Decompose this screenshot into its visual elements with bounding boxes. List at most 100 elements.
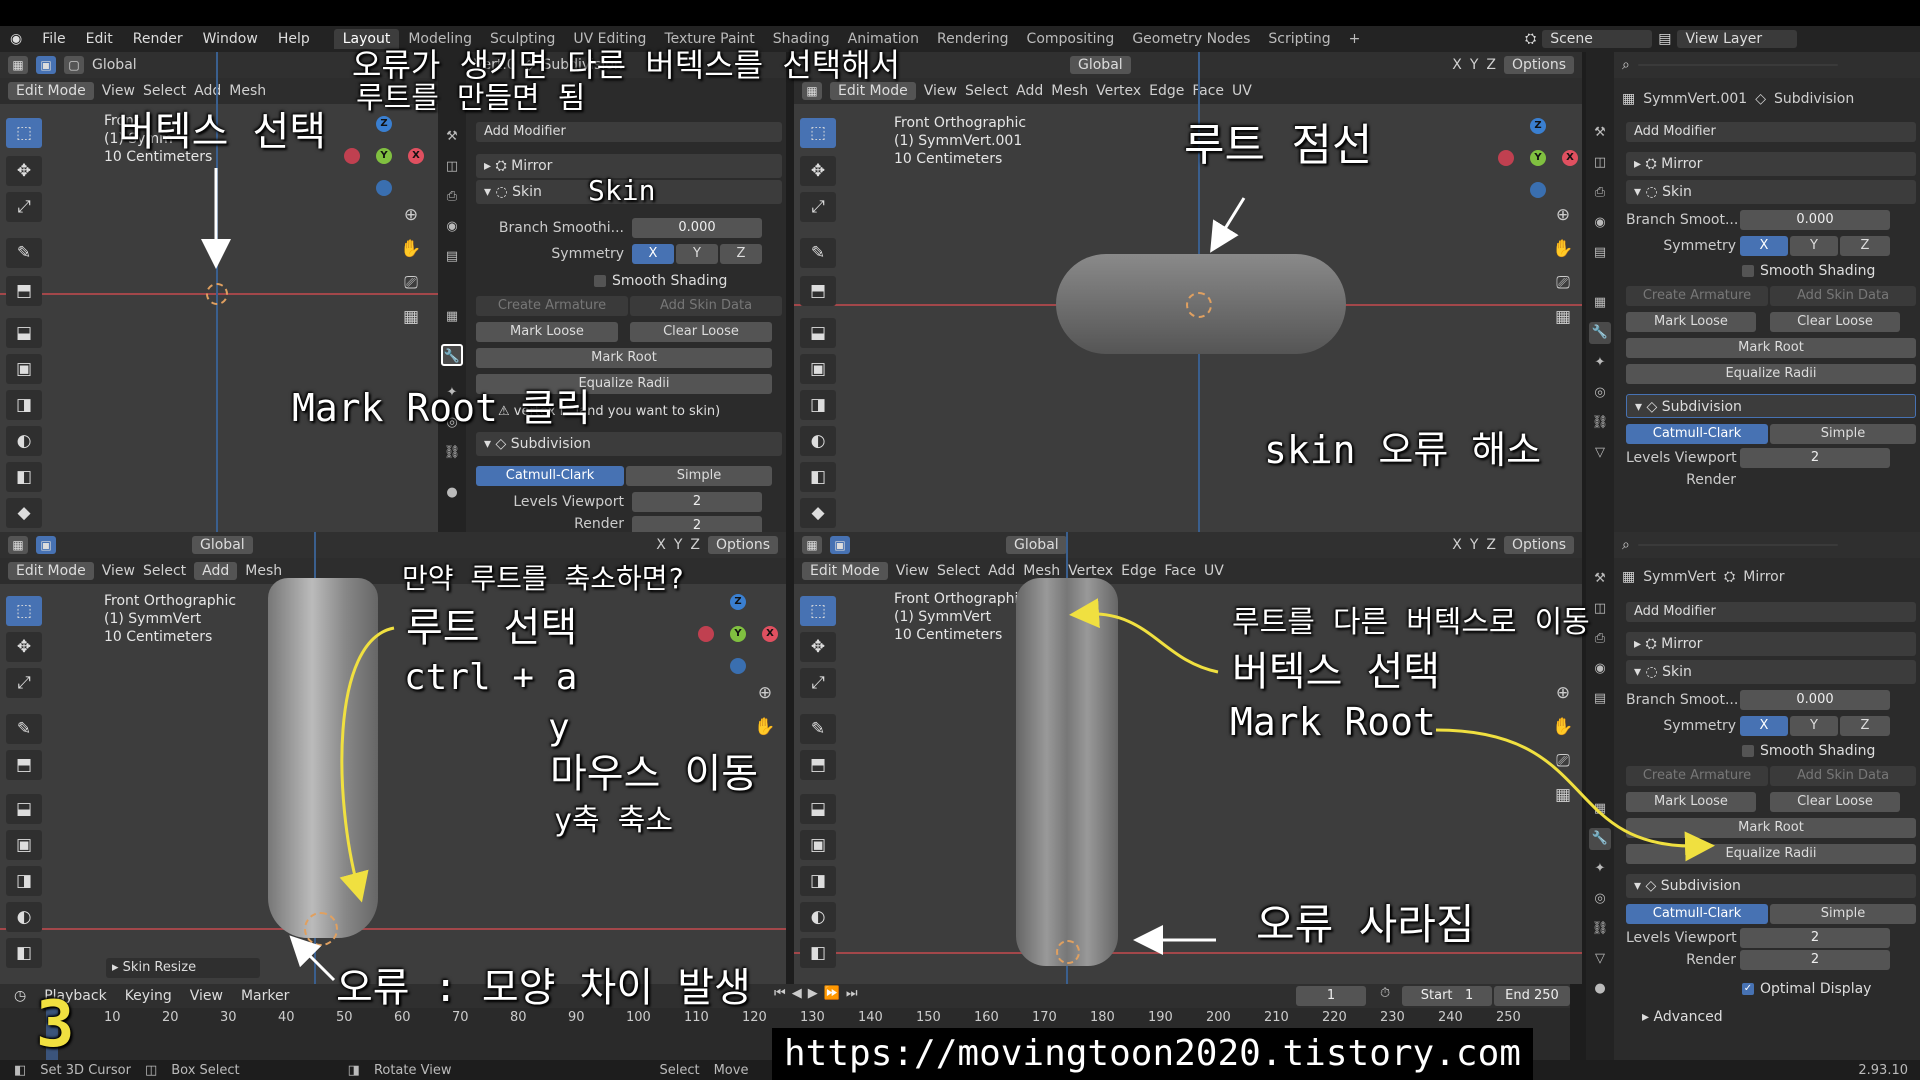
tool-tab-icon[interactable]: ⚒ bbox=[441, 126, 463, 148]
gizmo-z[interactable]: Z bbox=[376, 116, 392, 132]
levels-viewport-field[interactable]: 2 bbox=[632, 492, 762, 512]
options-dropdown[interactable]: Options bbox=[1503, 56, 1574, 74]
search-icon[interactable]: ⌕ bbox=[1622, 537, 1630, 553]
loop-cut-tool-icon[interactable]: ◐ bbox=[800, 902, 836, 932]
menu-face[interactable]: Face bbox=[1164, 563, 1196, 579]
tool-tab-icon[interactable]: ⚒ bbox=[1589, 568, 1611, 590]
axis-x-toggle[interactable]: X bbox=[1452, 57, 1462, 73]
axis-x-toggle[interactable]: X bbox=[1452, 537, 1462, 553]
axis-z-toggle[interactable]: Z bbox=[690, 537, 700, 553]
menu-add[interactable]: Add bbox=[194, 562, 238, 580]
menu-select[interactable]: Select bbox=[937, 563, 980, 579]
select-tool-icon[interactable]: ⬚ bbox=[6, 118, 42, 148]
simple-button[interactable]: Simple bbox=[626, 466, 772, 486]
inset-tool-icon[interactable]: ▣ bbox=[800, 354, 836, 384]
pan-hand-icon[interactable]: ✋ bbox=[1550, 714, 1576, 740]
skin-legs-mesh-fixed[interactable] bbox=[1016, 578, 1118, 966]
editor-type-icon[interactable]: ▦ bbox=[802, 536, 822, 554]
axis-x-toggle[interactable]: X bbox=[656, 537, 666, 553]
constraints-tab-icon[interactable]: ⛓ bbox=[1589, 918, 1611, 940]
gizmo-y[interactable]: Y bbox=[376, 148, 392, 164]
branch-smoothing-field[interactable]: 0.000 bbox=[632, 218, 762, 238]
orientation-select[interactable]: Global bbox=[1070, 56, 1131, 74]
menu-render[interactable]: Render bbox=[123, 31, 193, 47]
menu-vertex[interactable]: Vertex bbox=[1096, 83, 1141, 99]
symmetry-x-toggle[interactable]: X bbox=[1740, 236, 1788, 256]
smooth-shading-row[interactable]: Smooth Shading bbox=[594, 270, 727, 292]
subdivision-modifier-header[interactable]: ▾ ◇ Subdivision bbox=[476, 432, 782, 456]
menu-mesh[interactable]: Mesh bbox=[229, 83, 266, 99]
axis-z-toggle[interactable]: Z bbox=[1486, 537, 1496, 553]
modifier-tab-icon[interactable]: 🔧 bbox=[1589, 322, 1611, 344]
grid-view-icon[interactable]: ▦ bbox=[1550, 304, 1576, 330]
play-reverse-icon[interactable]: ◀ bbox=[792, 986, 802, 1001]
menu-view[interactable]: View bbox=[102, 83, 135, 99]
loop-cut-tool-icon[interactable]: ◐ bbox=[800, 426, 836, 456]
catmull-clark-button[interactable]: Catmull-Clark bbox=[1626, 424, 1768, 444]
bevel-tool-icon[interactable]: ◨ bbox=[6, 390, 42, 420]
scale-tool-icon[interactable]: ⤢ bbox=[6, 192, 42, 222]
menu-file[interactable]: File bbox=[32, 31, 75, 47]
menu-mesh[interactable]: Mesh bbox=[1023, 563, 1060, 579]
scale-tool-icon[interactable]: ⤢ bbox=[800, 192, 836, 222]
menu-mesh[interactable]: Mesh bbox=[1051, 83, 1088, 99]
gizmo-neg-z[interactable] bbox=[1530, 182, 1546, 198]
mode-select[interactable]: Edit Mode bbox=[830, 82, 916, 100]
modifier-tab-icon[interactable]: 🔧 bbox=[1589, 828, 1611, 850]
knife-tool-icon[interactable]: ◧ bbox=[800, 938, 836, 968]
editor-type-icon[interactable]: ▦ bbox=[802, 82, 822, 100]
world-tab-icon[interactable]: ◉ bbox=[1589, 212, 1611, 234]
add-cube-tool-icon[interactable]: ⬒ bbox=[6, 276, 42, 306]
menu-select[interactable]: Select bbox=[965, 83, 1008, 99]
add-cube-tool-icon[interactable]: ⬒ bbox=[800, 750, 836, 780]
tab-geometry-nodes[interactable]: Geometry Nodes bbox=[1123, 29, 1259, 49]
gizmo-neg-z[interactable] bbox=[730, 658, 746, 674]
add-cube-tool-icon[interactable]: ⬒ bbox=[6, 750, 42, 780]
clear-loose-button[interactable]: Clear Loose bbox=[1770, 312, 1900, 332]
branch-smoothing-field[interactable]: 0.000 bbox=[1740, 210, 1890, 230]
zoom-icon[interactable]: ⊕ bbox=[398, 202, 424, 228]
tab-rendering[interactable]: Rendering bbox=[928, 29, 1018, 49]
inset-tool-icon[interactable]: ▣ bbox=[6, 830, 42, 860]
zoom-icon[interactable]: ⊕ bbox=[752, 680, 778, 706]
gizmo-x[interactable]: X bbox=[408, 148, 424, 164]
select-mode-icon[interactable]: ▢ bbox=[64, 56, 84, 74]
bevel-tool-icon[interactable]: ◨ bbox=[800, 390, 836, 420]
menu-uv[interactable]: UV bbox=[1204, 563, 1224, 579]
orientation-select[interactable]: Global bbox=[1006, 536, 1067, 554]
blender-logo-icon[interactable]: ◉ bbox=[0, 31, 32, 47]
scene-selector[interactable]: Scene bbox=[1542, 30, 1653, 48]
jump-start-icon[interactable]: ⏮ bbox=[774, 986, 786, 1001]
smooth-shading-checkbox[interactable] bbox=[1742, 265, 1754, 277]
data-tab-icon[interactable]: ▽ bbox=[1589, 442, 1611, 464]
annotate-tool-icon[interactable]: ✎ bbox=[800, 238, 836, 268]
simple-button[interactable]: Simple bbox=[1770, 904, 1916, 924]
menu-window[interactable]: Window bbox=[193, 31, 268, 47]
equalize-radii-button[interactable]: Equalize Radii bbox=[1626, 844, 1916, 864]
navigation-gizmo[interactable]: Z Y X bbox=[344, 116, 424, 196]
object-tab-icon[interactable]: ▦ bbox=[441, 306, 463, 328]
shear-tool-icon[interactable]: ◆ bbox=[6, 498, 42, 528]
skin-resize-operator-panel[interactable]: ▸ Skin Resize bbox=[106, 958, 260, 978]
catmull-clark-button[interactable]: Catmull-Clark bbox=[1626, 904, 1768, 924]
optimal-display-row[interactable]: ✓ Optimal Display bbox=[1742, 978, 1871, 1000]
create-armature-button[interactable]: Create Armature bbox=[1626, 286, 1768, 306]
levels-viewport-field[interactable]: 2 bbox=[1740, 448, 1890, 468]
menu-mesh[interactable]: Mesh bbox=[245, 563, 282, 579]
mark-loose-button[interactable]: Mark Loose bbox=[476, 322, 618, 342]
axis-y-toggle[interactable]: Y bbox=[674, 537, 683, 553]
timeline-editor-icon[interactable]: ◷ bbox=[14, 988, 26, 1004]
props-search-input[interactable] bbox=[1637, 64, 1838, 66]
marker-menu[interactable]: Marker bbox=[241, 988, 289, 1004]
equalize-radii-button[interactable]: Equalize Radii bbox=[1626, 364, 1916, 384]
particles-tab-icon[interactable]: ✦ bbox=[1589, 352, 1611, 374]
select-box-icon[interactable]: ▣ bbox=[830, 536, 850, 554]
add-modifier-button[interactable]: Add Modifier bbox=[1626, 602, 1916, 622]
gizmo-z[interactable]: Z bbox=[1530, 118, 1546, 134]
end-frame-field[interactable]: End 250 bbox=[1494, 986, 1570, 1006]
axis-y-toggle[interactable]: Y bbox=[1470, 57, 1479, 73]
smooth-shading-row[interactable]: Smooth Shading bbox=[1742, 260, 1875, 282]
smooth-shading-row[interactable]: Smooth Shading bbox=[1742, 740, 1875, 762]
skin-legs-mesh-distorted[interactable] bbox=[268, 578, 378, 938]
keying-menu[interactable]: Keying bbox=[125, 988, 172, 1004]
